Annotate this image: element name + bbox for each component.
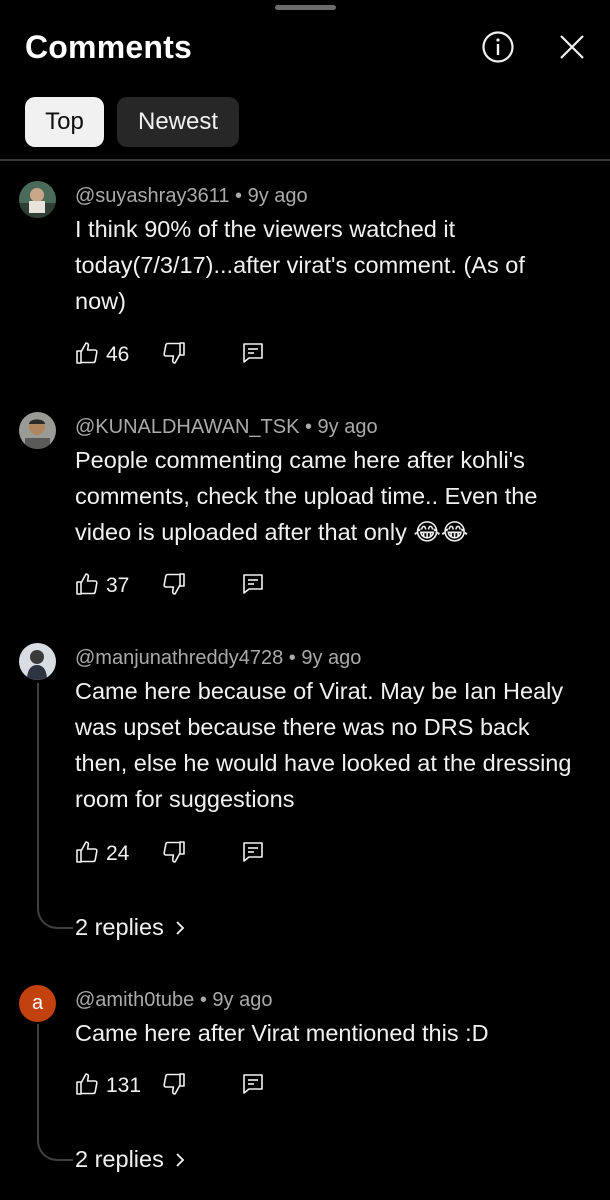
like-button[interactable]: 46 [75, 341, 129, 366]
avatar[interactable]: a [19, 985, 56, 1022]
dislike-button[interactable] [162, 1072, 186, 1096]
replies-count: 2 replies [75, 1146, 164, 1172]
comment-reply-icon [243, 574, 263, 594]
comment-item: @KUNALDHAWAN_TSK • 9y ago People comment… [0, 409, 610, 619]
comment-text: I think 90% of the viewers watched it to… [75, 216, 525, 314]
like-count: 37 [106, 574, 130, 597]
comment-actions: 24 [75, 840, 375, 870]
like-button[interactable]: 131 [75, 1072, 141, 1097]
comment-author[interactable]: @suyashray3611 [75, 185, 229, 207]
avatar[interactable] [19, 643, 56, 680]
avatar-letter: a [31, 992, 44, 1014]
like-count: 46 [106, 343, 130, 366]
view-replies-button[interactable]: 2 replies [75, 914, 186, 941]
thumbs-down-icon [163, 342, 185, 364]
comment-item: @suyashray3611 • 9y ago I think 90% of t… [0, 178, 610, 388]
comment-reply-icon [243, 842, 263, 862]
reply-button[interactable] [241, 341, 265, 365]
chevron-right-icon [176, 1152, 185, 1167]
filter-chip-top[interactable]: Top [25, 97, 104, 147]
comment-age: 9y ago [301, 647, 362, 669]
avatar-photo [19, 181, 56, 218]
comment-actions: 46 [75, 341, 375, 371]
avatar-photo [19, 412, 56, 449]
comment-item: @manjunathreddy4728 • 9y ago Came here b… [0, 640, 610, 950]
close-button[interactable] [554, 29, 590, 65]
like-count: 24 [106, 842, 130, 865]
comment-age: 9y ago [247, 185, 308, 207]
comment-author[interactable]: @manjunathreddy4728 [75, 647, 283, 669]
reply-button[interactable] [241, 572, 265, 596]
reply-button[interactable] [241, 1072, 265, 1096]
thumbs-down-icon [163, 573, 185, 595]
comment-item: a @amith0tube • 9y ago Came here after V… [0, 982, 610, 1182]
comment-text: Came here because of Virat. May be Ian H… [75, 678, 572, 812]
like-button[interactable]: 37 [75, 572, 129, 597]
filter-chip-newest[interactable]: Newest [117, 97, 239, 147]
like-count: 131 [106, 1074, 142, 1097]
avatar[interactable] [19, 181, 56, 218]
avatar-photo [19, 643, 56, 680]
reply-button[interactable] [241, 840, 265, 864]
comment-author[interactable]: @amith0tube [75, 989, 194, 1011]
comment-meta: @suyashray3611 • 9y ago [75, 185, 308, 207]
comments-header: Comments Top Newest [0, 0, 610, 160]
thumbs-down-icon [163, 1073, 185, 1095]
thumbs-up-icon [76, 573, 98, 595]
comment-reply-icon [243, 1074, 263, 1094]
comment-text: People commenting came here after kohli'… [75, 447, 538, 545]
like-button[interactable]: 24 [75, 840, 129, 865]
comment-age: 9y ago [212, 989, 273, 1011]
dislike-button[interactable] [162, 572, 186, 596]
comment-meta: @amith0tube • 9y ago [75, 989, 273, 1011]
replies-count: 2 replies [75, 914, 164, 940]
thumbs-up-icon [76, 342, 98, 364]
comment-age: 9y ago [317, 416, 378, 438]
view-replies-button[interactable]: 2 replies [75, 1146, 186, 1173]
info-button[interactable] [480, 29, 516, 65]
dislike-button[interactable] [162, 840, 186, 864]
comment-text: Came here after Virat mentioned this :D [75, 1020, 489, 1046]
comment-actions: 37 [75, 572, 375, 602]
comment-author[interactable]: @KUNALDHAWAN_TSK [75, 416, 299, 438]
divider [0, 159, 610, 161]
info-circle-icon [482, 31, 514, 63]
thumbs-up-icon [76, 1073, 98, 1095]
close-icon [560, 35, 584, 59]
page-title: Comments [25, 29, 192, 65]
comment-actions: 131 [75, 1072, 375, 1102]
comment-reply-icon [243, 343, 263, 363]
avatar[interactable] [19, 412, 56, 449]
comment-meta: @manjunathreddy4728 • 9y ago [75, 647, 362, 669]
chevron-right-icon [176, 920, 185, 935]
dislike-button[interactable] [162, 341, 186, 365]
thumbs-up-icon [76, 841, 98, 863]
thumbs-down-icon [163, 841, 185, 863]
comment-meta: @KUNALDHAWAN_TSK • 9y ago [75, 416, 378, 438]
